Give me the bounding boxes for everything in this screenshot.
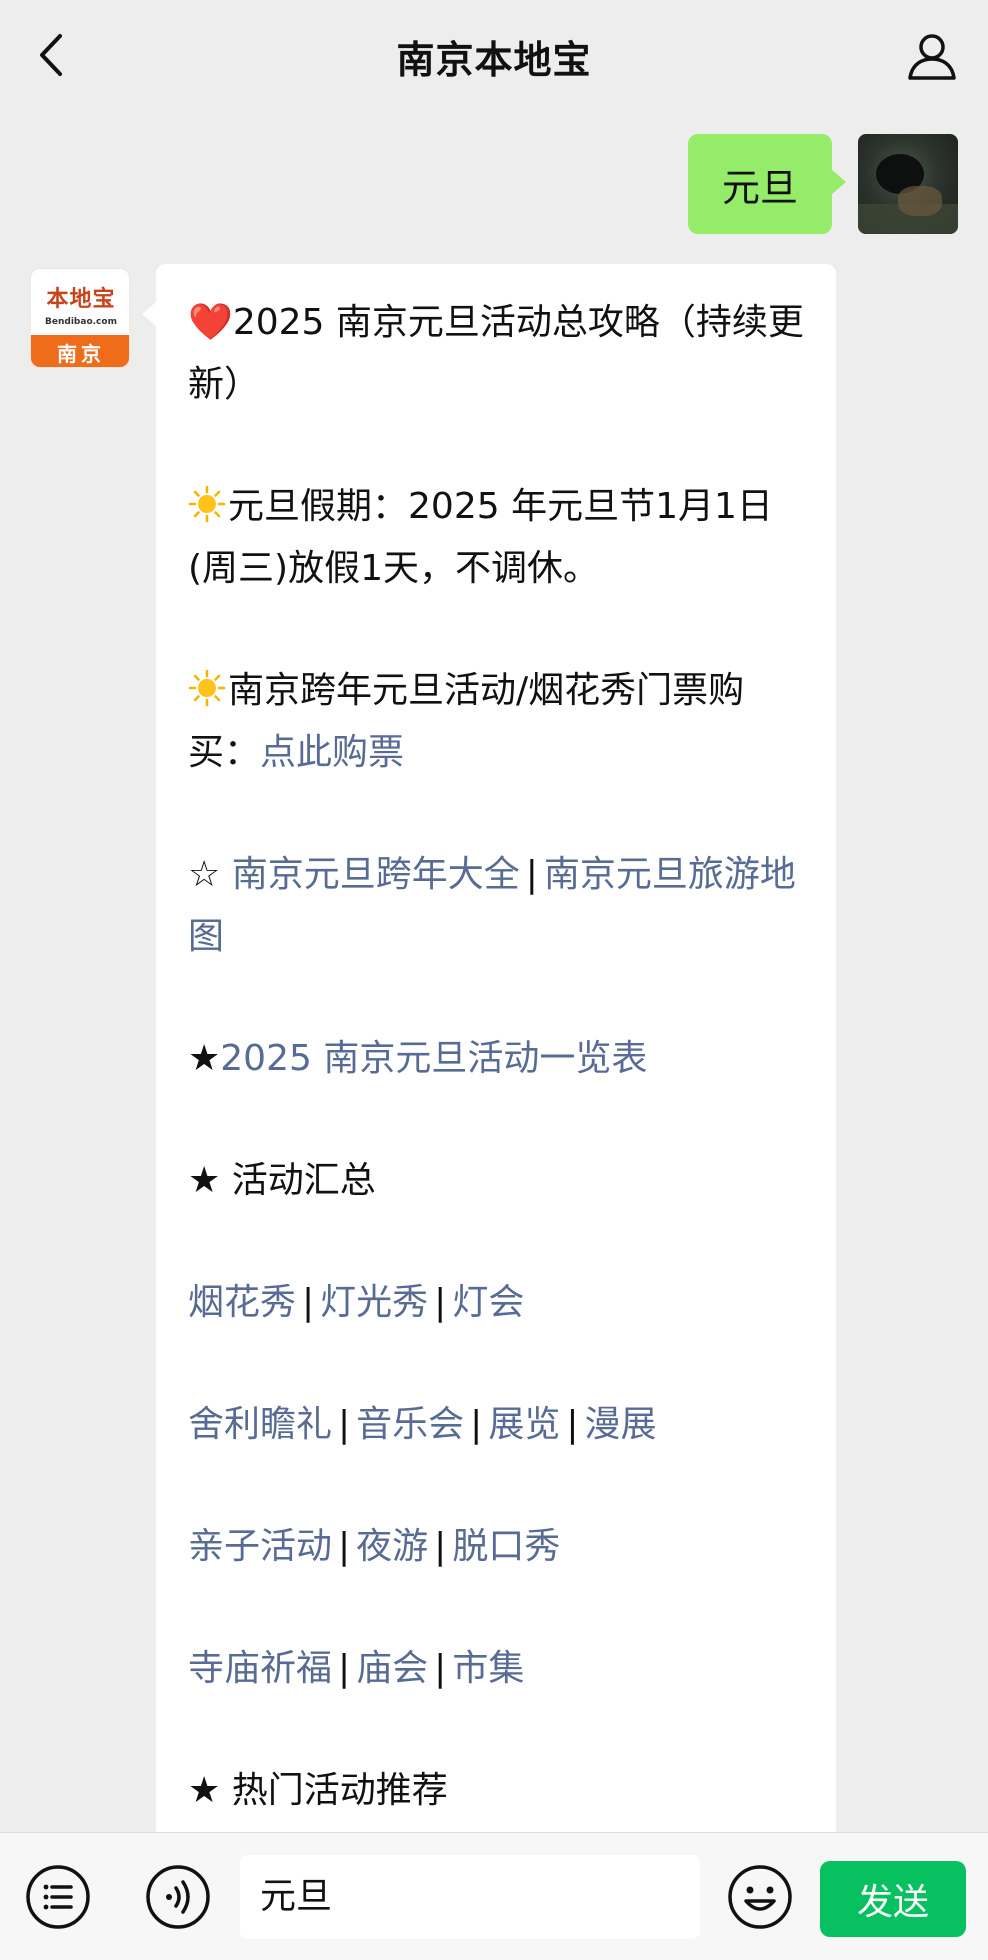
hot-activities-title: ★ 热门活动推荐	[188, 1770, 448, 1811]
reply-heading: ❤️2025 南京元旦活动总攻略（持续更新）	[188, 302, 804, 405]
bot-logo-domain: Bendibao.com	[45, 317, 117, 327]
holiday-info: 元旦假期：2025 年元旦节1月1日(周三)放假1天，不调休。	[188, 485, 773, 589]
relic-ceremony-link[interactable]: 舍利瞻礼	[188, 1404, 332, 1445]
bot-reply-bubble: ❤️2025 南京元旦活动总攻略（持续更新） 元旦假期：2025 年元旦节1月1…	[142, 264, 836, 1832]
hollow-star-icon: ☆	[188, 854, 221, 895]
concert-link[interactable]: 音乐会	[356, 1404, 464, 1445]
link-separator: |	[525, 854, 538, 895]
menu-list-icon[interactable]	[24, 1863, 92, 1931]
activity-table-row: ★2025 南京元旦活动一览表	[188, 1028, 806, 1090]
my-message-text: 元旦	[721, 165, 798, 210]
input-bar: 元旦 发送	[0, 1832, 988, 1960]
my-message-bubble[interactable]: 元旦	[688, 134, 846, 234]
crossyear-guide-link[interactable]: 南京元旦跨年大全	[232, 854, 520, 895]
temple-fair-link[interactable]: 庙会	[356, 1648, 428, 1689]
category-row-3: 亲子活动 | 夜游 | 脱口秀	[188, 1526, 561, 1567]
emoji-icon[interactable]	[726, 1863, 794, 1931]
voice-icon[interactable]	[144, 1863, 212, 1931]
light-show-link[interactable]: 灯光秀	[320, 1282, 428, 1323]
comic-expo-link[interactable]: 漫展	[584, 1404, 656, 1445]
nav-bar: 南京本地宝	[0, 0, 988, 112]
night-tour-link[interactable]: 夜游	[356, 1526, 428, 1567]
guide-links: ☆ 南京元旦跨年大全 | 南京元旦旅游地图	[188, 844, 806, 968]
buy-tickets-link[interactable]: 点此购票	[260, 732, 404, 773]
star-icon: ★	[188, 1038, 221, 1079]
activity-table-link[interactable]: 2025 南京元旦活动一览表	[220, 1038, 647, 1079]
category-row-1: 烟花秀 | 灯光秀 | 灯会	[188, 1282, 525, 1323]
send-button[interactable]: 发送	[820, 1861, 966, 1937]
lantern-fair-link[interactable]: 灯会	[452, 1282, 524, 1323]
back-arrow-icon[interactable]	[30, 30, 80, 80]
family-activity-link[interactable]: 亲子活动	[188, 1526, 332, 1567]
category-row-2: 舍利瞻礼 | 音乐会 | 展览 | 漫展	[188, 1404, 657, 1445]
heart-icon: ❤️	[188, 302, 233, 343]
market-link[interactable]: 市集	[452, 1648, 524, 1689]
tickets-info: 南京跨年元旦活动/烟花秀门票购买：点此购票	[188, 669, 745, 773]
sun-icon	[188, 669, 226, 707]
chat-area[interactable]: 元旦 本地宝 Bendibao.com 南京 ❤️2025 南京元旦活动总攻略（…	[0, 112, 988, 1832]
category-row-4: 寺庙祈福 | 庙会 | 市集	[188, 1648, 525, 1689]
message-input[interactable]: 元旦	[240, 1855, 700, 1939]
bot-logo-text: 本地宝	[46, 286, 116, 312]
my-avatar[interactable]	[858, 134, 958, 234]
user-profile-icon[interactable]	[904, 28, 960, 84]
sun-icon	[188, 485, 226, 523]
exhibition-link[interactable]: 展览	[488, 1404, 560, 1445]
page-title: 南京本地宝	[396, 37, 592, 82]
bot-logo-city: 南京	[31, 335, 129, 367]
temple-blessing-link[interactable]: 寺庙祈福	[188, 1648, 332, 1689]
standup-comedy-link[interactable]: 脱口秀	[452, 1526, 560, 1567]
fireworks-link[interactable]: 烟花秀	[188, 1282, 296, 1323]
summary-title: ★ 活动汇总	[188, 1160, 376, 1201]
bot-avatar[interactable]: 本地宝 Bendibao.com 南京	[30, 268, 130, 368]
